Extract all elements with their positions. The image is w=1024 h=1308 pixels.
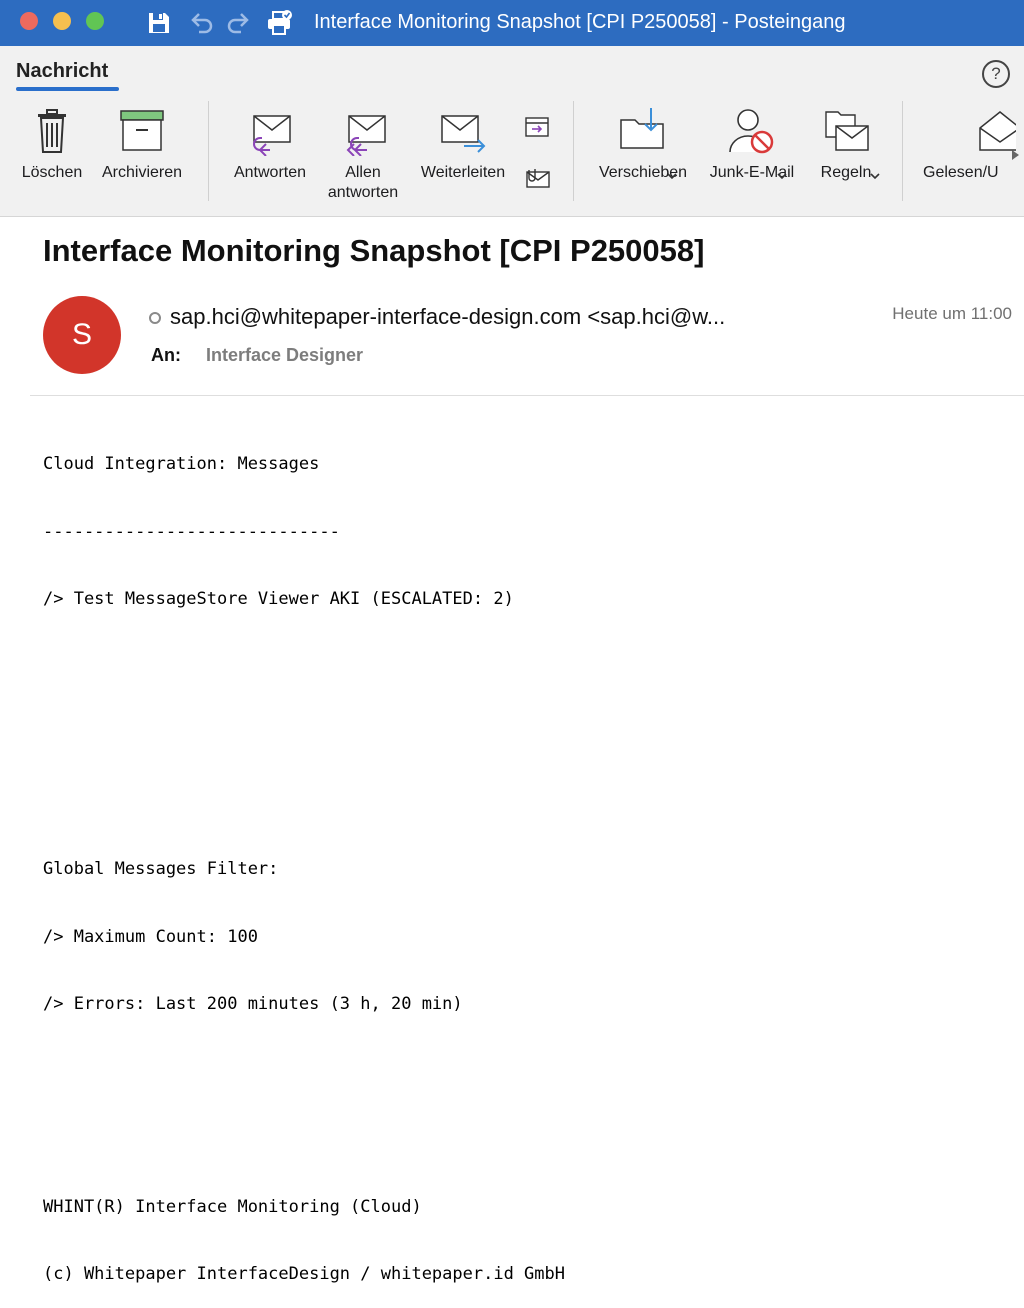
forward-button[interactable]: Weiterleiten	[410, 106, 516, 183]
ribbon-toolbar: Nachricht ? Löschen Archivieren Antworte…	[0, 46, 1024, 217]
received-date: Heute um 11:00	[892, 304, 1012, 323]
print-icon[interactable]	[264, 8, 294, 38]
active-tab-indicator	[16, 87, 119, 91]
body-line: /> Test MessageStore Viewer AKI (ESCALAT…	[43, 589, 514, 609]
reply-all-button[interactable]: Allen antworten	[318, 106, 408, 203]
move-button[interactable]: Verschieben	[590, 106, 696, 183]
body-line	[43, 1061, 1003, 1084]
read-unread-button[interactable]: Gelesen/U	[920, 106, 1016, 183]
save-icon[interactable]	[144, 8, 174, 38]
move-icon	[620, 108, 664, 149]
zoom-window-button[interactable]	[86, 12, 104, 30]
ribbon-separator	[902, 101, 903, 201]
reply-all-label-line1: Allen	[345, 164, 381, 181]
trash-icon	[38, 109, 66, 153]
meeting-icon[interactable]	[523, 114, 551, 140]
reply-icon	[253, 115, 291, 156]
undo-icon[interactable]	[186, 8, 216, 38]
reply-label: Antworten	[233, 164, 307, 181]
redo-icon[interactable]	[224, 8, 254, 38]
archive-icon	[120, 110, 164, 151]
body-line: /> Errors: Last 200 minutes (3 h, 20 min…	[43, 994, 463, 1014]
body-line	[43, 1128, 1003, 1151]
attachment-icon[interactable]	[523, 166, 551, 190]
delete-label: Löschen	[21, 164, 83, 181]
read-unread-label: Gelesen/U	[923, 164, 999, 181]
reply-button[interactable]: Antworten	[226, 106, 314, 183]
title-bar: Interface Monitoring Snapshot [CPI P2500…	[0, 0, 1024, 46]
chevron-down-icon[interactable]	[869, 172, 881, 180]
rules-icon	[825, 111, 869, 151]
ribbon-separator	[208, 101, 209, 201]
body-line: /> Maximum Count: 100	[43, 926, 258, 947]
ribbon-separator	[573, 101, 574, 201]
body-line	[43, 656, 1003, 679]
presence-status-icon	[149, 312, 161, 324]
close-window-button[interactable]	[20, 12, 38, 30]
header-divider	[30, 395, 1024, 396]
window-title: Interface Monitoring Snapshot [CPI P2500…	[314, 11, 846, 33]
delete-button[interactable]: Löschen	[14, 106, 90, 183]
ribbon-scroll-right-icon[interactable]	[1012, 150, 1019, 160]
body-line: (c) Whitepaper InterfaceDesign / whitepa…	[43, 1264, 565, 1284]
chevron-down-icon[interactable]	[666, 172, 678, 180]
sender-address[interactable]: sap.hci@whitepaper-interface-design.com …	[170, 304, 830, 330]
forward-label: Weiterleiten	[420, 164, 506, 181]
message-subject: Interface Monitoring Snapshot [CPI P2500…	[43, 233, 705, 268]
tab-nachricht[interactable]: Nachricht	[16, 60, 108, 83]
move-label: Verschieben	[598, 164, 688, 181]
reply-all-label-line2: antworten	[327, 184, 399, 201]
reply-all-icon	[346, 115, 386, 156]
minimize-window-button[interactable]	[53, 12, 71, 30]
body-line: WHINT(R) Interface Monitoring (Cloud)	[43, 1196, 422, 1217]
body-line: Global Messages Filter:	[43, 859, 279, 879]
archive-button[interactable]: Archivieren	[94, 106, 190, 183]
to-recipient[interactable]: Interface Designer	[206, 345, 363, 366]
junk-icon	[729, 109, 774, 154]
to-label: An:	[151, 345, 181, 365]
message-body: Cloud Integration: Messages ------------…	[43, 408, 1003, 1308]
chevron-down-icon[interactable]	[776, 172, 788, 180]
body-line	[43, 723, 1003, 746]
help-button[interactable]: ?	[982, 60, 1010, 88]
body-line: Cloud Integration: Messages	[43, 454, 320, 474]
body-line: -----------------------------	[43, 521, 340, 542]
avatar[interactable]: S	[43, 296, 121, 374]
junk-button[interactable]: Junk-E-Mail	[700, 106, 804, 183]
archive-label: Archivieren	[101, 164, 183, 181]
read-unread-icon	[979, 111, 1016, 151]
junk-label: Junk-E-Mail	[709, 164, 795, 181]
body-line	[43, 791, 1003, 814]
forward-icon	[441, 115, 486, 153]
